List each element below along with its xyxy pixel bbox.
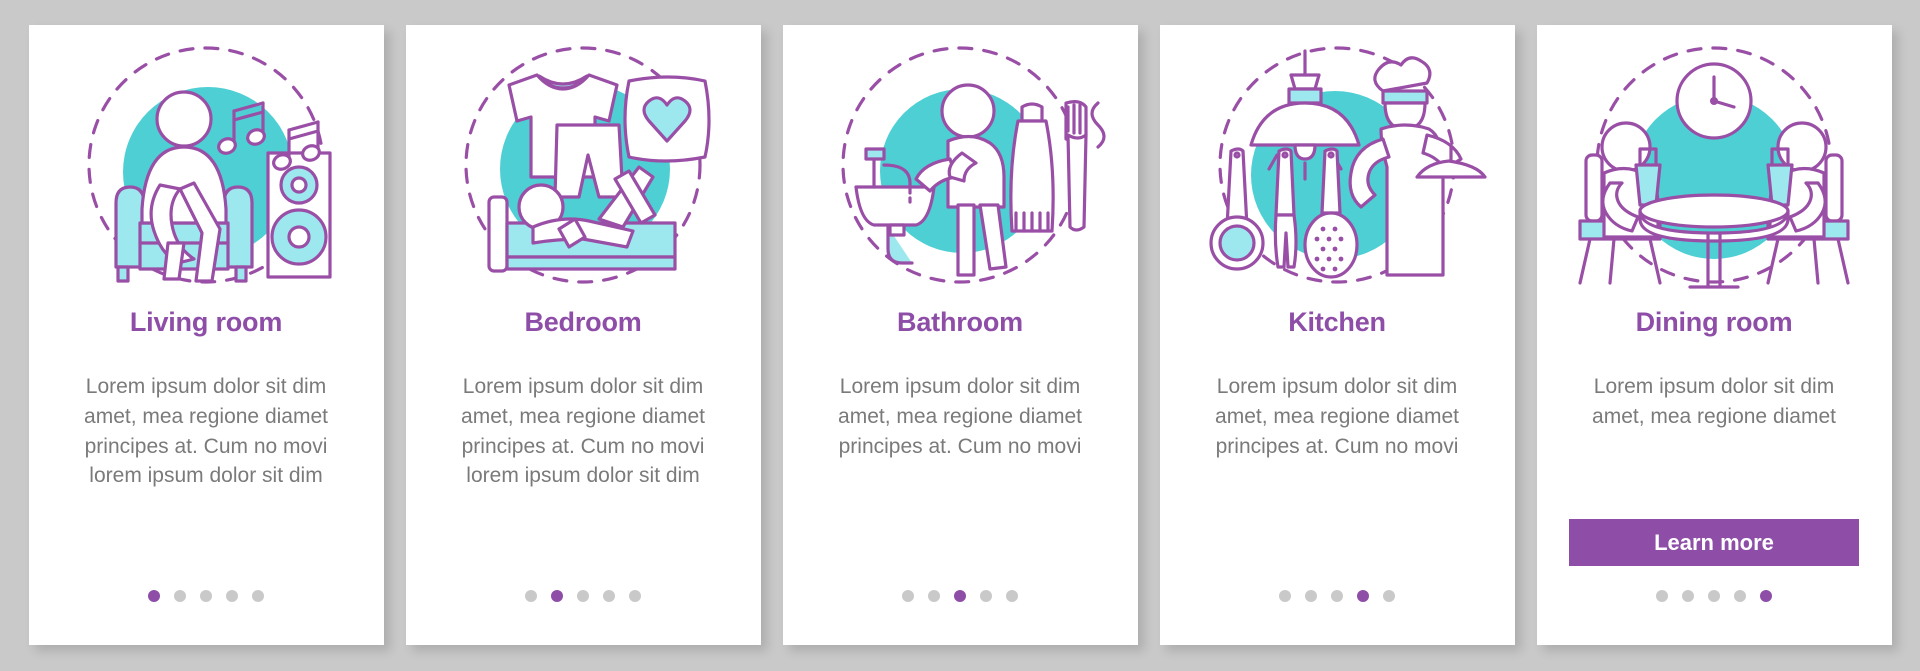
illustration-container [783,25,1138,295]
pagination-dot[interactable] [1734,590,1746,602]
illustration-container [1160,25,1515,295]
pagination-dot[interactable] [1305,590,1317,602]
pagination-dot[interactable] [1279,590,1291,602]
pagination-dot[interactable] [1357,590,1369,602]
onboarding-card-dining-room: Dining room Lorem ipsum dolor sit dim am… [1536,25,1892,645]
illustration-container [406,25,761,295]
towel-icon [1009,101,1055,233]
pagination-dot[interactable] [200,590,212,602]
pagination-dot[interactable] [1656,590,1668,602]
pagination-dots[interactable] [1656,590,1772,602]
toothbrush-icon [1064,99,1106,232]
pagination-dot[interactable] [980,590,992,602]
onboarding-card-bathroom: Bathroom Lorem ipsum dolor sit dim amet,… [782,25,1138,645]
onboarding-card-kitchen: Kitchen Lorem ipsum dolor sit dim amet, … [1159,25,1515,645]
card-body-text: Lorem ipsum dolor sit dim amet, mea regi… [461,375,705,488]
card-title: Dining room [1635,307,1793,337]
card-body-text: Lorem ipsum dolor sit dim amet, mea regi… [838,375,1082,458]
fork-icon [1273,146,1298,269]
kitchen-illustration [1209,45,1487,284]
pillow-icon [623,74,711,163]
card-title: Bedroom [524,307,642,337]
living-room-illustration [87,45,332,284]
pagination-dots[interactable] [148,590,264,602]
onboarding-card-bedroom: Bedroom Lorem ipsum dolor sit dim amet, … [405,25,761,645]
pagination-dot[interactable] [148,590,160,602]
pagination-dot[interactable] [525,590,537,602]
pagination-dot[interactable] [603,590,615,602]
pagination-dot[interactable] [1682,590,1694,602]
card-title: Living room [129,307,283,337]
pagination-dot[interactable] [1383,590,1395,602]
pagination-dot[interactable] [1331,590,1343,602]
dining-room-illustration [1578,45,1850,289]
pagination-dot[interactable] [902,590,914,602]
onboarding-screens: Living room Lorem ipsum dolor sit dim am… [0,0,1920,645]
card-body-text: Lorem ipsum dolor sit dim amet, mea regi… [1592,375,1836,428]
pagination-dot[interactable] [577,590,589,602]
pagination-dot[interactable] [928,590,940,602]
pagination-dot[interactable] [954,590,966,602]
card-title: Kitchen [1288,307,1386,337]
card-title: Bathroom [897,307,1023,337]
pagination-dot[interactable] [174,590,186,602]
pagination-dots[interactable] [1279,590,1395,602]
pagination-dots[interactable] [902,590,1018,602]
pagination-dots[interactable] [525,590,641,602]
pagination-dot[interactable] [629,590,641,602]
illustration-container [29,25,384,295]
bathroom-illustration [841,45,1106,284]
card-body-text: Lorem ipsum dolor sit dim amet, mea regi… [1215,375,1459,458]
bedroom-illustration [464,45,711,284]
pagination-dot[interactable] [551,590,563,602]
card-body-text: Lorem ipsum dolor sit dim amet, mea regi… [84,375,328,488]
onboarding-card-living-room: Living room Lorem ipsum dolor sit dim am… [28,25,384,645]
pagination-dot[interactable] [1006,590,1018,602]
learn-more-button[interactable]: Learn more [1569,519,1859,566]
clock-icon [1675,61,1753,140]
pagination-dot[interactable] [1760,590,1772,602]
pagination-dot[interactable] [1708,590,1720,602]
illustration-container [1537,25,1892,295]
pagination-dot[interactable] [226,590,238,602]
pagination-dot[interactable] [252,590,264,602]
